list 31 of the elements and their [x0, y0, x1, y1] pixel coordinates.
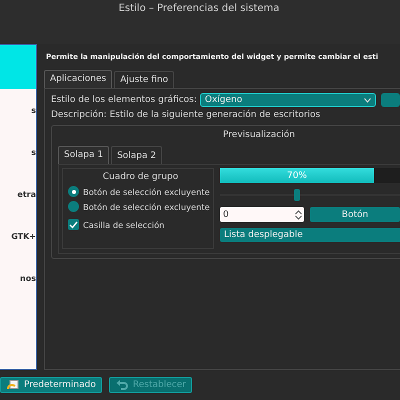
footer-button[interactable]: Predeterminado — [0, 377, 102, 393]
configure-button[interactable] — [380, 93, 400, 107]
checkbox[interactable] — [68, 219, 79, 230]
tab[interactable]: Aplicaciones — [44, 70, 112, 88]
spin-arrows-icon[interactable] — [295, 210, 302, 220]
radio-button[interactable] — [68, 186, 79, 197]
spin-box[interactable]: 0 — [220, 207, 304, 222]
sidebar-item[interactable]: etra — [0, 173, 36, 215]
undo-icon — [116, 380, 128, 390]
window-title: Estilo – Preferencias del sistema — [118, 3, 280, 16]
sidebar-item[interactable]: s — [0, 131, 36, 173]
group-title: Cuadro de grupo — [102, 172, 178, 182]
style-description: Descripción: Estilo de la siguiente generación de escritorios — [51, 110, 322, 120]
checkbox-label: Casilla de selección — [83, 220, 164, 230]
dropdown-list[interactable]: Lista desplegable — [220, 228, 400, 242]
push-button[interactable]: Botón — [310, 207, 400, 222]
style-dropdown[interactable]: Oxígeno — [200, 93, 376, 107]
radio-label: Botón de selección excluyente — [83, 202, 210, 212]
preview-tab[interactable]: Solapa 2 — [111, 146, 162, 164]
chevron-icon — [364, 98, 371, 102]
slider-thumb[interactable] — [294, 189, 300, 201]
sidebar-item[interactable]: s — [0, 89, 36, 131]
sidebar-item[interactable]: GTK+ — [0, 215, 36, 257]
tab[interactable]: Ajuste fino — [114, 71, 174, 88]
style-label: Estilo de los elementos gráficos: — [51, 95, 197, 105]
radio-button[interactable] — [68, 201, 79, 212]
preview-tab[interactable]: Solapa 1 — [58, 146, 110, 164]
radio-label: Botón de selección excluyente — [83, 186, 210, 196]
progress-text: 70% — [286, 170, 307, 180]
sidebar-item[interactable]: nos — [0, 257, 36, 299]
preview-title: Previsualización — [223, 130, 295, 140]
